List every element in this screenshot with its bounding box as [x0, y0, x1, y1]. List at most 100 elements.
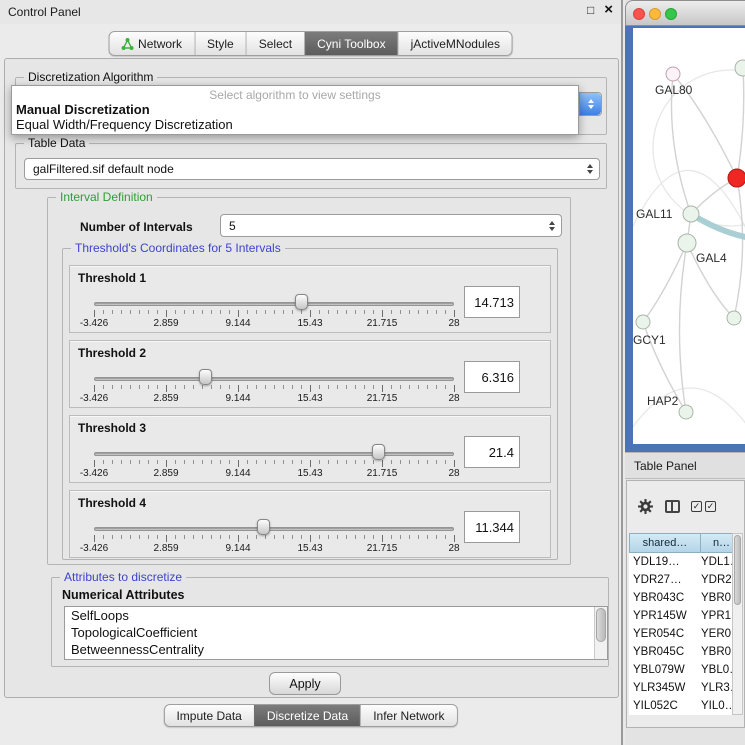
network-canvas[interactable]: GAL80GAL11GAL4GCY1HAP2	[633, 28, 745, 444]
tab-infer-network[interactable]: Infer Network	[360, 705, 456, 726]
scrollbar-thumb[interactable]	[596, 608, 606, 642]
close-icon[interactable]: ×	[604, 3, 613, 17]
table-row[interactable]: YLR345WYLR3…	[629, 679, 741, 697]
slider-thumb[interactable]	[372, 444, 385, 460]
network-node[interactable]	[735, 60, 745, 76]
network-node-gcy1[interactable]	[636, 315, 650, 329]
algorithm-dropdown: Select algorithm to view settings Manual…	[11, 85, 579, 135]
combo-stepper-icon[interactable]	[581, 159, 599, 179]
table-row[interactable]: YER054CYER0…	[629, 625, 741, 643]
zoom-traffic-light[interactable]	[665, 8, 677, 20]
dropdown-option[interactable]: Equal Width/Frequency Discretization	[12, 117, 578, 132]
slider-scale-label: 21.715	[367, 543, 398, 554]
numerical-attributes-list[interactable]: SelfLoopsTopologicalCoefficientBetweenne…	[64, 606, 608, 660]
threshold-value[interactable]: 14.713	[464, 286, 520, 318]
float-window-icon[interactable]: □	[587, 3, 594, 17]
apply-button[interactable]: Apply	[269, 672, 341, 695]
slider-scale-label: -3.426	[80, 468, 108, 479]
tab-style[interactable]: Style	[194, 32, 246, 55]
group-legend: Discretization Algorithm	[24, 70, 157, 84]
slider-scale-label: 15.43	[297, 543, 322, 554]
threshold-value[interactable]: 11.344	[464, 511, 520, 543]
attribute-item[interactable]: BetweennessCentrality	[65, 641, 607, 658]
attribute-item[interactable]: SelfLoops	[65, 607, 607, 624]
table-rows: YDL19…YDL1…YDR27…YDR2…YBR043CYBR0…YPR145…	[629, 553, 741, 715]
node-label: GAL80	[655, 83, 693, 97]
scrollbar-thumb[interactable]	[734, 535, 741, 605]
table-cell: YPR145W	[629, 610, 701, 622]
tab-impute-data[interactable]: Impute Data	[164, 705, 253, 726]
table-row[interactable]: YBL079WYBL0…	[629, 661, 741, 679]
checkbox-icon[interactable]: ✓	[691, 501, 702, 512]
table-row[interactable]: YBR045CYBR0…	[629, 643, 741, 661]
network-node[interactable]	[727, 311, 741, 325]
slider-track[interactable]	[94, 452, 454, 456]
network-edge	[737, 68, 744, 178]
tab-label: Infer Network	[373, 709, 444, 723]
slider-track[interactable]	[94, 527, 454, 531]
table-data-combo[interactable]: galFiltered.sif default node	[24, 158, 600, 180]
settings-gear-icon[interactable]	[637, 498, 654, 515]
tab-network[interactable]: Network	[109, 32, 194, 55]
group-legend: Attributes to discretize	[60, 570, 186, 584]
slider-thumb[interactable]	[199, 369, 212, 385]
table-row[interactable]: YDL19…YDL1…	[629, 553, 741, 571]
slider-ticks	[94, 535, 456, 542]
slider-scale-label: -3.426	[80, 393, 108, 404]
combo-stepper-icon[interactable]	[579, 93, 601, 115]
tab-select[interactable]: Select	[246, 32, 304, 55]
dropdown-option[interactable]: Manual Discretization	[12, 102, 578, 117]
threshold-panel: Threshold 4 -3.4262.8599.14415.4321.7152…	[69, 490, 551, 558]
tab-discretize-data[interactable]: Discretize Data	[254, 705, 360, 726]
tab-label: Style	[207, 37, 234, 51]
slider-scale-label: 9.144	[225, 393, 250, 404]
table-row[interactable]: YIL052CYIL0…	[629, 697, 741, 715]
num-intervals-combo[interactable]: 5	[220, 214, 562, 237]
table-panel-body: ✓ ✓ shared…n… YDL19…YDL1…YDR27…YDR2…YBR0…	[626, 480, 745, 728]
slider-track[interactable]	[94, 302, 454, 306]
checkbox-icon[interactable]: ✓	[705, 501, 716, 512]
threshold-panel: Threshold 3 -3.4262.8599.14415.4321.7152…	[69, 415, 551, 483]
slider-scale-label: 28	[448, 318, 459, 329]
list-scrollbar[interactable]	[594, 607, 607, 659]
close-traffic-light[interactable]	[633, 8, 645, 20]
threshold-value[interactable]: 21.4	[464, 436, 520, 468]
tab-jactivemnodules[interactable]: jActiveMNodules	[398, 32, 512, 55]
table-row[interactable]: YBR043CYBR0…	[629, 589, 741, 607]
network-node-gal80[interactable]	[666, 67, 680, 81]
table-cell: YDR27…	[629, 574, 701, 586]
threshold-value[interactable]: 6.316	[464, 361, 520, 393]
column-layout-icon[interactable]	[665, 500, 680, 513]
group-legend: Table Data	[24, 136, 89, 150]
slider-thumb[interactable]	[295, 294, 308, 310]
network-icon	[121, 38, 133, 50]
network-node[interactable]	[728, 169, 745, 187]
slider-scale-label: 15.43	[297, 318, 322, 329]
cyni-toolbox-panel: Discretization Algorithm Select algorith…	[4, 58, 619, 698]
slider-scale-label: -3.426	[80, 543, 108, 554]
combo-stepper-icon[interactable]	[543, 215, 561, 236]
threshold-panel: Threshold 1 -3.4262.8599.14415.4321.7152…	[69, 265, 551, 333]
slider-thumb[interactable]	[257, 519, 270, 535]
slider-scale-label: 2.859	[153, 543, 178, 554]
slider-track[interactable]	[94, 377, 454, 381]
network-node-gal4[interactable]	[678, 234, 696, 252]
slider-scale-label: -3.426	[80, 318, 108, 329]
minimize-traffic-light[interactable]	[649, 8, 661, 20]
select-columns-icons: ✓ ✓	[691, 501, 716, 512]
threshold-label: Threshold 4	[78, 496, 146, 510]
table-row[interactable]: YDR27…YDR2…	[629, 571, 741, 589]
right-side-panels: GAL80GAL11GAL4GCY1HAP2 Table Panel ✓ ✓ s…	[625, 0, 745, 745]
network-node-gal11[interactable]	[683, 206, 699, 222]
table-header-row: shared…n…	[629, 533, 743, 553]
attribute-item[interactable]: TopologicalCoefficient	[65, 624, 607, 641]
table-cell: YBR043C	[629, 592, 701, 604]
network-node-hap2[interactable]	[679, 405, 693, 419]
table-scrollbar[interactable]	[732, 533, 743, 715]
table-toolbar: ✓ ✓	[627, 483, 744, 529]
tab-cyni-toolbox[interactable]: Cyni Toolbox	[304, 32, 397, 55]
bottom-tabbar: Impute DataDiscretize Data Infer Network	[163, 704, 457, 727]
table-cell: YER054C	[629, 628, 701, 640]
column-header[interactable]: shared…	[629, 533, 701, 553]
table-row[interactable]: YPR145WYPR1…	[629, 607, 741, 625]
